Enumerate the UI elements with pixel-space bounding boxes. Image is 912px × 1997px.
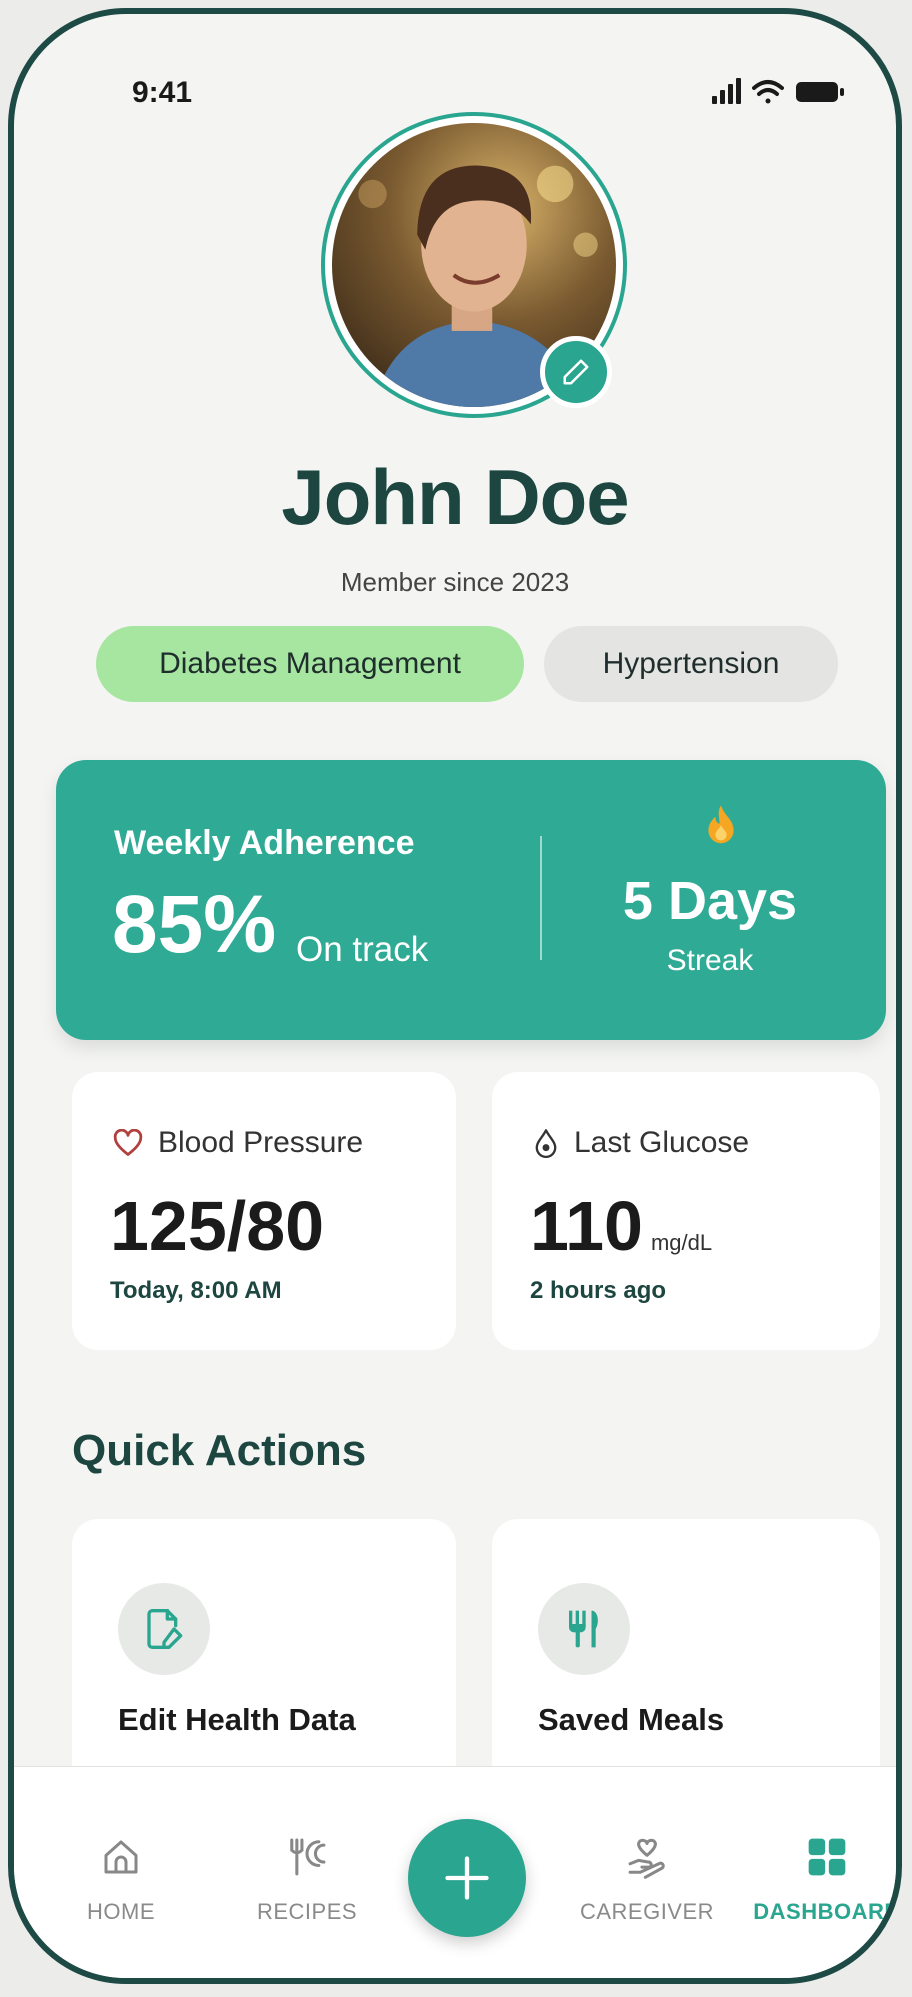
adherence-label: Weekly Adherence: [114, 824, 415, 862]
glucose-card[interactable]: Last Glucose 110 mg/dL 2 hours ago: [492, 1072, 880, 1350]
pencil-icon: [563, 359, 589, 385]
blood-pressure-label: Blood Pressure: [158, 1126, 364, 1159]
nav-caregiver[interactable]: CAREGIVER: [572, 1829, 722, 1925]
blood-pressure-value: 125/80: [110, 1187, 325, 1265]
droplet-icon: [535, 1129, 557, 1158]
utensils-icon: [538, 1583, 630, 1675]
status-icons: [712, 76, 872, 106]
weekly-adherence-card[interactable]: Weekly Adherence 85% On track 5 Days Str…: [56, 760, 886, 1040]
streak-value: 5 Days: [622, 871, 798, 931]
quick-actions-title: Quick Actions: [72, 1426, 367, 1475]
adherence-value: 85%: [112, 879, 277, 970]
plus-icon: [445, 1856, 489, 1900]
nav-home-label: HOME: [87, 1899, 155, 1924]
glucose-time: 2 hours ago: [530, 1277, 667, 1304]
add-button[interactable]: [408, 1819, 526, 1937]
bottom-nav: HOME RECIPES CAREGIVER DASHBOARD: [14, 1766, 896, 1978]
nav-home[interactable]: HOME: [46, 1829, 196, 1925]
status-time: 9:41: [132, 76, 193, 109]
glucose-label: Last Glucose: [574, 1126, 750, 1159]
home-icon: [104, 1840, 138, 1874]
saved-meals-label: Saved Meals: [538, 1702, 725, 1737]
flame-icon: [704, 804, 738, 851]
glucose-value: 110: [530, 1187, 643, 1265]
member-since: Member since 2023: [340, 567, 570, 597]
user-name: John Doe: [281, 453, 629, 541]
edit-avatar-button[interactable]: [540, 336, 612, 408]
edit-document-icon: [118, 1583, 210, 1675]
glucose-unit: mg/dL: [650, 1230, 713, 1255]
heart-icon: [113, 1129, 143, 1156]
nav-caregiver-label: CAREGIVER: [579, 1899, 715, 1924]
edit-health-data-label: Edit Health Data: [118, 1702, 356, 1737]
tag-hypertension[interactable]: Hypertension: [544, 626, 838, 702]
wifi-icon: [752, 80, 784, 104]
glucose-value-row: 110 mg/dL: [530, 1186, 712, 1266]
tag-diabetes-management[interactable]: Diabetes Management: [96, 626, 524, 702]
streak-label: Streak: [666, 944, 754, 977]
nav-dashboard-label: DASHBOARD: [753, 1899, 901, 1924]
dashboard-icon: [808, 1838, 846, 1876]
nav-recipes[interactable]: RECIPES: [232, 1829, 382, 1925]
caregiver-icon: [628, 1838, 665, 1879]
signal-icon: [712, 78, 741, 104]
adherence-status: On track: [296, 930, 429, 969]
nav-dashboard[interactable]: DASHBOARD: [752, 1829, 901, 1925]
divider: [540, 836, 542, 960]
blood-pressure-card[interactable]: Blood Pressure 125/80 Today, 8:00 AM: [72, 1072, 456, 1350]
blood-pressure-time: Today, 8:00 AM: [110, 1277, 282, 1304]
nav-recipes-label: RECIPES: [256, 1899, 358, 1924]
recipes-icon: [290, 1838, 326, 1876]
phone-screen: 9:41 John Doe Member since 2023 Diabetes…: [8, 8, 902, 1984]
battery-icon: [796, 82, 844, 102]
